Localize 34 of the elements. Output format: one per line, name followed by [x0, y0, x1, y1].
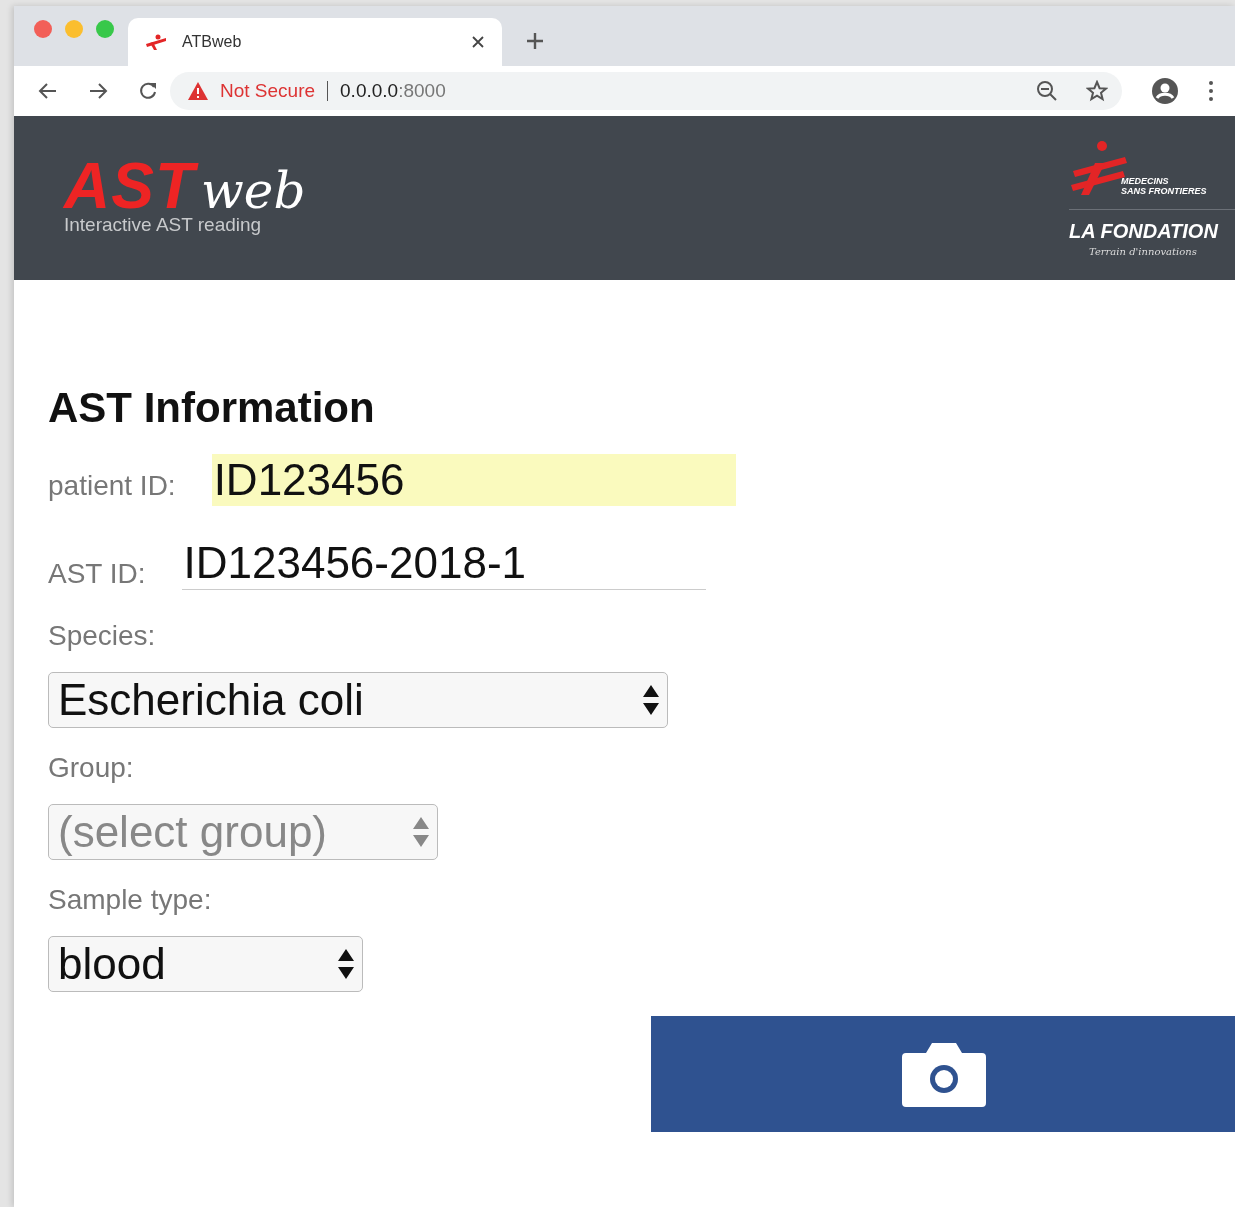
- field-label: Species:: [48, 620, 156, 652]
- warning-icon: [188, 82, 208, 100]
- back-icon[interactable]: [38, 81, 58, 101]
- security-warning: Not Secure: [220, 80, 316, 102]
- address-bar[interactable]: Not Secure 0.0.0.0:8000: [170, 72, 1122, 110]
- runner-icon: [144, 34, 168, 50]
- field-label: AST ID:: [48, 558, 146, 590]
- organisation-name: SANS FRONTIERES: [1121, 187, 1207, 197]
- zoom-out-icon[interactable]: [1036, 80, 1058, 102]
- browser-tab[interactable]: ATBweb: [128, 18, 502, 66]
- more-icon[interactable]: [1208, 80, 1214, 102]
- camera-icon: [901, 1041, 986, 1107]
- field-label: patient ID:: [48, 470, 176, 502]
- updown-arrows-icon: [643, 685, 659, 715]
- field-label: Group:: [48, 752, 134, 784]
- account-icon[interactable]: [1152, 78, 1178, 104]
- plus-icon[interactable]: [526, 32, 544, 50]
- star-icon[interactable]: [1086, 80, 1108, 102]
- tab-title: ATBweb: [182, 33, 243, 51]
- reload-icon[interactable]: [138, 81, 158, 101]
- updown-arrows-icon: [413, 817, 429, 847]
- section-title: AST Information: [48, 384, 376, 432]
- dropdown[interactable]: Escherichia coli: [48, 672, 668, 728]
- foundation-motto: Terrain d'innovations: [1089, 246, 1197, 257]
- organisation-name: MEDECINS: [1121, 177, 1170, 188]
- field-label: Sample type:: [48, 884, 212, 916]
- updown-arrows-icon: [338, 949, 354, 979]
- foundation-name: LA FONDATION: [1069, 220, 1218, 243]
- url-text: 0.0.0.0:8000: [340, 80, 446, 102]
- dropdown[interactable]: blood: [48, 936, 363, 992]
- close-icon[interactable]: [472, 36, 484, 48]
- camera-button[interactable]: [651, 1016, 1235, 1132]
- forward-icon[interactable]: [88, 81, 108, 101]
- text-field[interactable]: ID123456: [211, 454, 736, 506]
